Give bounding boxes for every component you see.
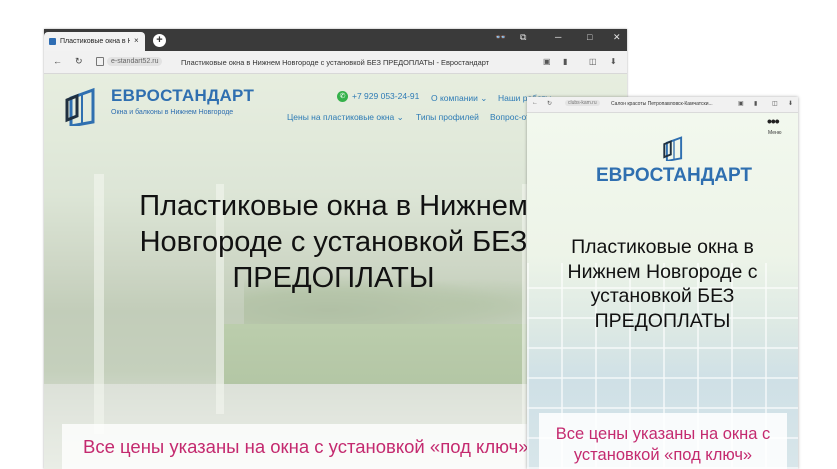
phone-number[interactable]: +7 929 053-24-91 xyxy=(352,91,419,101)
downloads-icon[interactable]: ⬇ xyxy=(788,100,793,107)
close-window-icon[interactable]: ✕ xyxy=(613,32,621,43)
reload-icon[interactable]: ↻ xyxy=(75,56,83,67)
reader-mode-icon[interactable]: ▣ xyxy=(543,57,551,66)
lock-icon xyxy=(96,57,104,66)
brand-name[interactable]: ЕВРОСТАНДАРТ xyxy=(596,165,752,187)
browser-tab[interactable]: Пластиковые окна в Ни × xyxy=(44,32,145,51)
new-tab-button[interactable]: + xyxy=(153,34,166,47)
maximize-icon[interactable]: □ xyxy=(587,32,592,42)
reader-mode-icon[interactable]: ▣ xyxy=(738,100,744,107)
hero-heading: Пластиковые окна в Нижнем Новгороде с ус… xyxy=(139,190,528,294)
whatsapp-icon[interactable]: ✆ xyxy=(337,91,348,103)
site-favicon-icon xyxy=(49,38,56,45)
minimize-icon[interactable]: ─ xyxy=(555,32,561,42)
back-arrow-icon[interactable]: ← xyxy=(53,56,62,66)
nav-item-profiles[interactable]: Типы профилей xyxy=(416,112,479,122)
hero-heading: Пластиковые окна в Нижнем Новгороде с ус… xyxy=(567,236,758,332)
reload-icon[interactable]: ↻ xyxy=(547,100,552,107)
brand-tagline: Окна и балконы в Нижнем Новгороде xyxy=(111,109,234,116)
bookmark-icon[interactable]: ▮ xyxy=(754,100,757,107)
menu-label[interactable]: Меню xyxy=(768,130,782,136)
brand-name[interactable]: ЕВРОСТАНДАРТ xyxy=(111,86,254,106)
url-domain[interactable]: e-standart52.ru xyxy=(107,57,163,66)
back-arrow-icon[interactable]: ← xyxy=(532,100,538,106)
chevron-down-icon: ⌄ xyxy=(480,93,488,103)
tab-close-icon[interactable]: × xyxy=(134,36,139,45)
url-page-title[interactable]: Пластиковые окна в Нижнем Новгороде с ус… xyxy=(181,58,489,67)
tab-title: Пластиковые окна в Ни xyxy=(60,38,130,45)
mobile-page-viewport: ••• Меню ЕВРОСТАНДАРТ Пластиковые окна в… xyxy=(527,113,798,469)
window-logo-icon[interactable] xyxy=(663,135,685,161)
address-bar: ← ↻ e-standart52.ru Пластиковые окна в Н… xyxy=(44,51,627,74)
price-note-text: Все цены указаны на окна с установкой «п… xyxy=(83,436,529,457)
downloads-icon[interactable]: ⬇ xyxy=(610,57,617,66)
chevron-down-icon: ⌄ xyxy=(396,112,404,122)
sidebar-icon[interactable]: ◫ xyxy=(589,57,597,66)
nav-item-about[interactable]: О компании ⌄ xyxy=(431,93,487,104)
tab-manager-icon[interactable]: ⧉ xyxy=(520,32,526,43)
more-dots-icon[interactable]: ••• xyxy=(767,113,780,129)
phone-link[interactable]: ✆ +7 929 053-24-91 xyxy=(337,91,419,103)
mobile-address-bar: ← ↻ clubs-kam.ru Салон красоты Петропавл… xyxy=(527,97,798,113)
price-note-text: Все цены указаны на окна с установкой «п… xyxy=(555,425,771,464)
sidebar-icon[interactable]: ◫ xyxy=(772,100,778,107)
bookmark-icon[interactable]: ▮ xyxy=(563,57,567,66)
nav-item-prices[interactable]: Цены на пластиковые окна ⌄ xyxy=(287,112,404,123)
url-page-title[interactable]: Салон красоты Петропавловск-Камчатски... xyxy=(611,101,729,107)
url-domain[interactable]: clubs-kam.ru xyxy=(565,100,600,106)
glasses-icon[interactable]: 👓 xyxy=(495,32,506,43)
mobile-browser-window: ← ↻ clubs-kam.ru Салон красоты Петропавл… xyxy=(527,97,798,469)
window-logo-icon[interactable] xyxy=(65,86,99,126)
tab-bar: Пластиковые окна в Ни × + 👓 ⧉ ─ □ ✕ xyxy=(44,29,627,51)
